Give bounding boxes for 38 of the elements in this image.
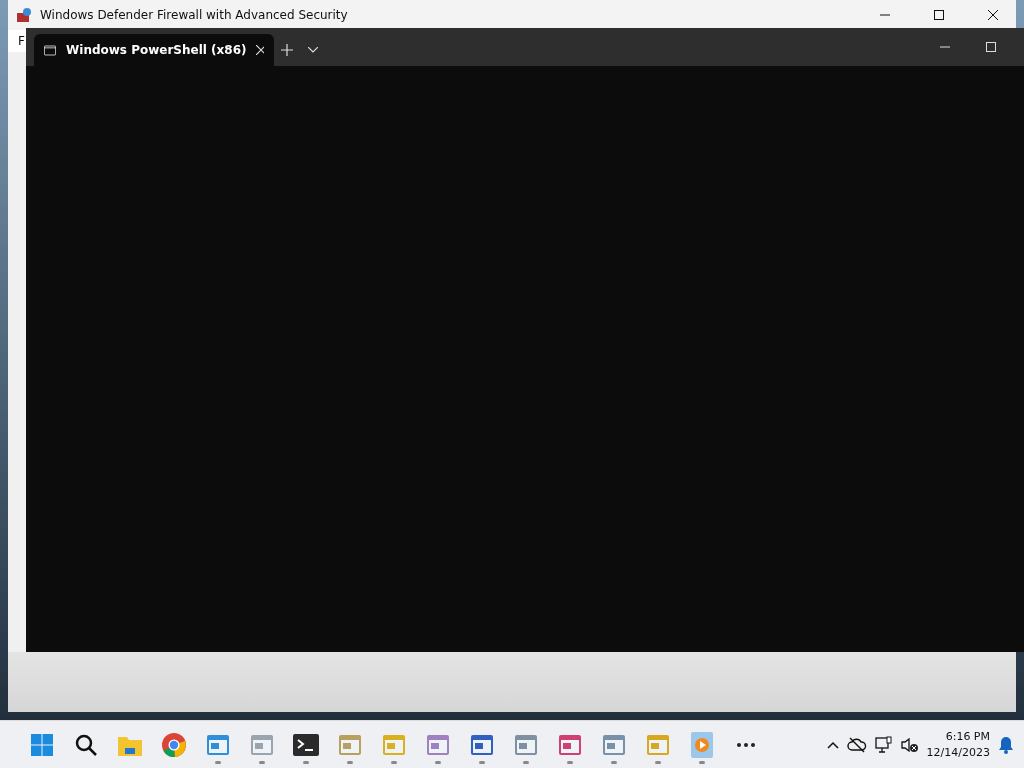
running-indicator [259, 760, 265, 764]
running-indicator [347, 760, 353, 764]
clock[interactable]: 6:16 PM 12/14/2023 [926, 728, 990, 761]
cloud-off-icon [846, 736, 867, 753]
time: 6:16 PM [945, 728, 990, 745]
running-indicator [215, 760, 221, 764]
media-player-icon [691, 731, 713, 758]
speaker-muted-icon [900, 736, 919, 753]
network-icon [874, 735, 893, 754]
running-indicator [479, 760, 485, 764]
bell-icon [998, 735, 1014, 754]
running-indicator [699, 760, 705, 764]
search-icon [74, 732, 98, 757]
firewall-app-icon [16, 7, 32, 23]
start-icon [30, 732, 54, 757]
window-title: Windows Defender Firewall with Advanced Security [40, 8, 349, 22]
running-indicator [391, 760, 397, 764]
console-icon [44, 43, 57, 57]
running-indicator [303, 760, 309, 764]
close-icon [988, 10, 998, 20]
maximize-icon [986, 42, 996, 52]
running-indicator [611, 760, 617, 764]
running-indicator [435, 760, 441, 764]
browser-icon [161, 731, 187, 758]
chevron-down-icon [308, 47, 318, 53]
chevron-up-icon [826, 740, 839, 749]
running-indicator [655, 760, 661, 764]
terminal-tab[interactable]: Windows PowerShell (x86) [34, 34, 274, 66]
plus-icon [281, 44, 293, 56]
maximize-icon [934, 10, 944, 20]
menu-item[interactable]: F [18, 34, 25, 48]
more-icon [736, 741, 756, 748]
running-indicator [567, 760, 573, 764]
terminal-icon [293, 733, 319, 756]
close-icon[interactable] [256, 45, 264, 55]
minimize-icon [940, 46, 950, 48]
running-indicator [523, 760, 529, 764]
date: 12/14/2023 [926, 744, 990, 761]
